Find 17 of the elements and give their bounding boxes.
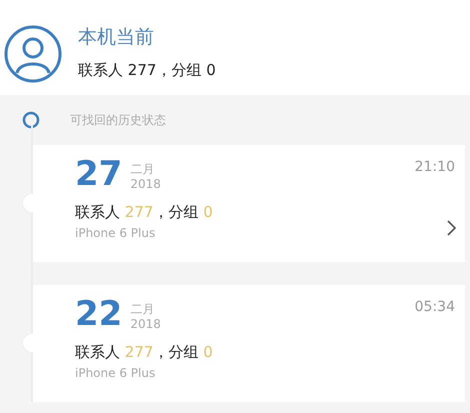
device-title: 本机当前	[78, 26, 155, 49]
date-year: 2018	[130, 316, 161, 331]
record-time: 05:34	[414, 298, 455, 317]
timeline-start-icon	[22, 111, 40, 129]
date-day: 27	[75, 157, 122, 191]
contact-summary: 联系人 277，分组 0	[75, 342, 214, 363]
date-year: 2018	[130, 176, 161, 191]
record-time: 21:10	[414, 158, 455, 177]
date-month: 二月	[130, 302, 156, 317]
device-name: iPhone 6 Plus	[75, 224, 156, 242]
device-name: iPhone 6 Plus	[75, 364, 156, 382]
contact-summary: 联系人 277，分组 0	[78, 60, 216, 81]
avatar-icon	[4, 24, 62, 82]
section-label: 可找回的历史状态	[70, 112, 166, 129]
date-month: 二月	[130, 162, 156, 177]
contact-summary: 联系人 277，分组 0	[75, 202, 214, 223]
date-day: 22	[75, 297, 122, 331]
